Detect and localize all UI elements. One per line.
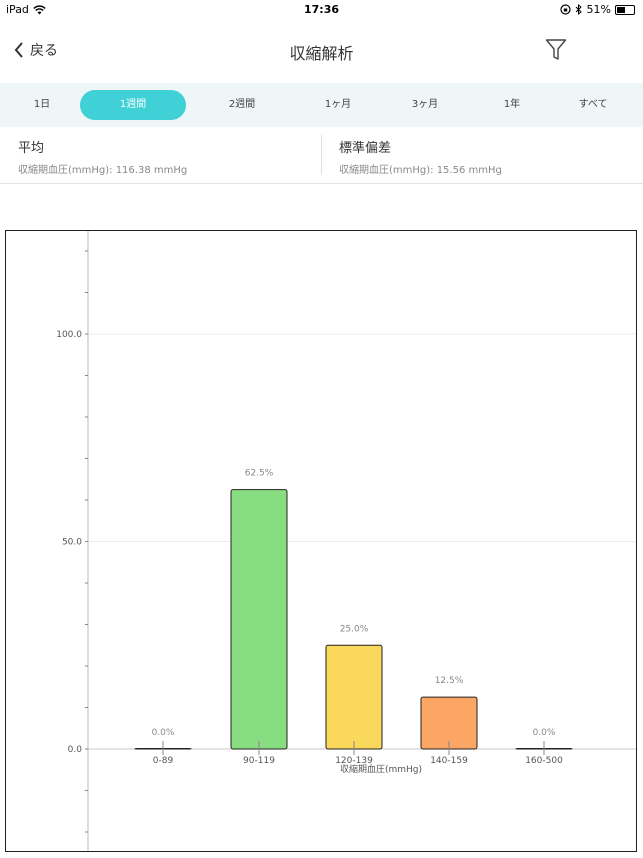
battery-icon — [615, 4, 635, 15]
tab-all[interactable]: すべて — [551, 90, 635, 120]
chart-canvas: 0.050.0100.00.0%0-8962.5%90-11925.0%120-… — [56, 231, 636, 851]
std-dev-value: 収縮期血圧(mmHg): 15.56 mmHg — [339, 165, 502, 176]
bar-120-139[interactable] — [325, 644, 383, 750]
std-dev-title: 標準偏差 — [339, 141, 392, 156]
histogram-chart: 0.0 50.0 100.0 0.0% 0-89 62.5% 90-119 25.0% 120-… — [5, 230, 637, 852]
x-tick-label: 90-119 — [243, 756, 275, 766]
status-right: 51% — [559, 3, 635, 16]
average-title: 平均 — [18, 141, 45, 156]
x-tick-label: 160-500 — [525, 756, 563, 766]
battery-percent: 51% — [586, 3, 611, 16]
tab-1-day[interactable]: 1日 — [2, 90, 82, 120]
x-axis-title: 収縮期血圧(mmHg) — [340, 763, 422, 775]
bar-value-label: 0.0% — [152, 728, 175, 738]
y-tick-label: 100.0 — [56, 330, 82, 340]
orientation-lock-icon — [559, 4, 571, 15]
y-tick-label: 0.0 — [68, 745, 83, 755]
average-value: 収縮期血圧(mmHg): 116.38 mmHg — [18, 165, 188, 176]
bar-value-label: 12.5% — [435, 676, 464, 686]
std-dev-stat: 標準偏差 収縮期血圧(mmHg): 15.56 mmHg — [339, 137, 502, 176]
tab-1-year[interactable]: 1年 — [470, 90, 554, 120]
filter-icon[interactable] — [545, 38, 567, 62]
period-tabs: 1日 1週間 2週間 1ヶ月 3ヶ月 1年 すべて — [0, 83, 643, 127]
bluetooth-icon — [575, 4, 582, 15]
status-bar: iPad 17:36 51% — [0, 0, 643, 20]
tab-2-weeks[interactable]: 2週間 — [200, 90, 284, 120]
x-tick-label: 0-89 — [153, 756, 174, 766]
average-stat: 平均 収縮期血圧(mmHg): 116.38 mmHg — [18, 137, 187, 176]
bar-90-119[interactable] — [230, 489, 288, 750]
stats-summary: 平均 収縮期血圧(mmHg): 116.38 mmHg 標準偏差 収縮期血圧(m… — [0, 127, 643, 184]
bar-value-label: 25.0% — [340, 624, 369, 634]
navigation-bar: 戻る 収縮解析 — [0, 20, 643, 82]
stats-divider — [321, 135, 322, 175]
tab-3-months[interactable]: 3ヶ月 — [383, 90, 467, 120]
bar-value-label: 62.5% — [245, 469, 274, 479]
bar-value-label: 0.0% — [533, 728, 556, 738]
x-tick-label: 140-159 — [430, 756, 468, 766]
tab-1-month[interactable]: 1ヶ月 — [296, 90, 380, 120]
status-time: 17:36 — [303, 3, 339, 16]
y-tick-label: 50.0 — [62, 538, 82, 548]
tab-1-week[interactable]: 1週間 — [80, 90, 186, 120]
